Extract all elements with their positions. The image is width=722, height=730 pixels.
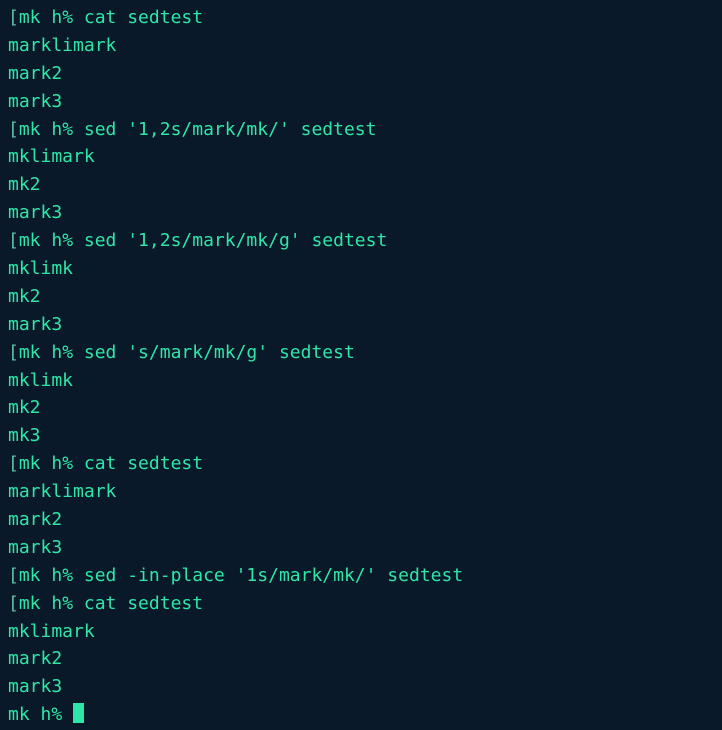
output-text: mark2 [8, 509, 62, 530]
shell-prompt: mk h% [19, 342, 73, 363]
terminal-line: [mk h% cat sedtest [8, 590, 714, 618]
prompt-bracket: [ [8, 342, 19, 363]
terminal-line: mk2 [8, 171, 714, 199]
shell-prompt: mk h% [19, 119, 73, 140]
terminal-line: mk2 [8, 394, 714, 422]
shell-prompt: mk h% [8, 704, 62, 725]
shell-prompt: mk h% [19, 593, 73, 614]
output-text: mark3 [8, 91, 62, 112]
cursor-block[interactable] [73, 703, 84, 723]
prompt-bracket: [ [8, 593, 19, 614]
output-text: mark2 [8, 648, 62, 669]
prompt-bracket: [ [8, 119, 19, 140]
prompt-bracket: [ [8, 7, 19, 28]
command-text: cat sedtest [84, 7, 203, 28]
command-text: sed '1,2s/mark/mk/' sedtest [84, 119, 377, 140]
terminal-window[interactable]: [mk h% cat sedtestmarklimarkmark2mark3[m… [8, 4, 714, 729]
output-text: mklimk [8, 370, 73, 391]
terminal-line: mark3 [8, 534, 714, 562]
output-text: mk2 [8, 286, 41, 307]
terminal-line: mark2 [8, 506, 714, 534]
terminal-line: mk2 [8, 283, 714, 311]
terminal-line: mark3 [8, 311, 714, 339]
shell-prompt: mk h% [19, 230, 73, 251]
terminal-line: mklimk [8, 367, 714, 395]
terminal-line: [mk h% sed '1,2s/mark/mk/' sedtest [8, 116, 714, 144]
output-text: mk3 [8, 425, 41, 446]
terminal-line: mklimark [8, 618, 714, 646]
terminal-line: marklimark [8, 32, 714, 60]
terminal-line: [mk h% sed '1,2s/mark/mk/g' sedtest [8, 227, 714, 255]
prompt-bracket: [ [8, 230, 19, 251]
terminal-line: [mk h% cat sedtest [8, 4, 714, 32]
output-text: marklimark [8, 481, 116, 502]
output-text: mark3 [8, 676, 62, 697]
command-text: cat sedtest [84, 453, 203, 474]
output-text: mark2 [8, 63, 62, 84]
terminal-line: mklimk [8, 255, 714, 283]
terminal-line: mark3 [8, 199, 714, 227]
shell-prompt: mk h% [19, 565, 73, 586]
terminal-line: [mk h% sed -in-place '1s/mark/mk/' sedte… [8, 562, 714, 590]
output-text: mklimk [8, 258, 73, 279]
terminal-line: mklimark [8, 143, 714, 171]
output-text: mk2 [8, 174, 41, 195]
terminal-line: mark3 [8, 88, 714, 116]
terminal-line: mark2 [8, 60, 714, 88]
command-text: sed -in-place '1s/mark/mk/' sedtest [84, 565, 463, 586]
shell-prompt: mk h% [19, 7, 73, 28]
output-text: mark3 [8, 314, 62, 335]
prompt-bracket: [ [8, 565, 19, 586]
terminal-line: mk3 [8, 422, 714, 450]
command-text: sed 's/mark/mk/g' sedtest [84, 342, 355, 363]
output-text: mark3 [8, 202, 62, 223]
terminal-line: [mk h% cat sedtest [8, 450, 714, 478]
command-text: cat sedtest [84, 593, 203, 614]
output-text: marklimark [8, 35, 116, 56]
terminal-line: marklimark [8, 478, 714, 506]
output-text: mark3 [8, 537, 62, 558]
terminal-line: mk h% [8, 701, 714, 729]
terminal-line: mark3 [8, 673, 714, 701]
output-text: mk2 [8, 397, 41, 418]
output-text: mklimark [8, 146, 95, 167]
shell-prompt: mk h% [19, 453, 73, 474]
terminal-line: [mk h% sed 's/mark/mk/g' sedtest [8, 339, 714, 367]
terminal-line: mark2 [8, 645, 714, 673]
output-text: mklimark [8, 621, 95, 642]
prompt-bracket: [ [8, 453, 19, 474]
command-text: sed '1,2s/mark/mk/g' sedtest [84, 230, 387, 251]
